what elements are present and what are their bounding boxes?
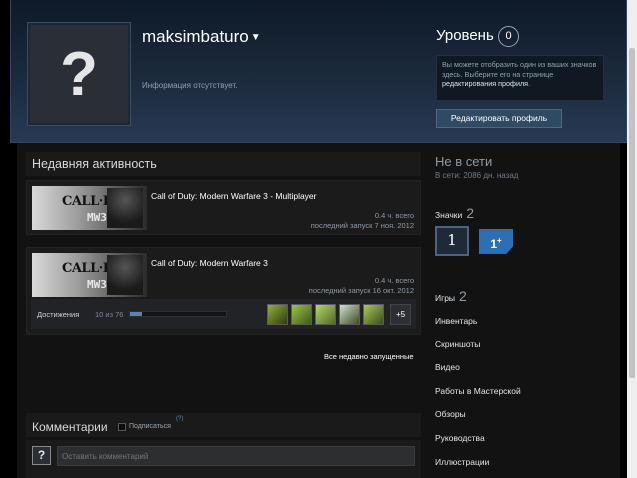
inventory-link[interactable]: Инвентарь (435, 316, 477, 326)
recent-activity-header: Недавняя активность (26, 152, 421, 176)
online-status: Не в сети (435, 154, 493, 169)
comments-title: Комментарии (32, 420, 108, 434)
avatar-placeholder-icon: ? (30, 25, 128, 123)
scrollbar-thumb[interactable] (629, 48, 635, 378)
last-online: В сети: 2086 дн. назад (435, 171, 519, 180)
recent-activity-title: Недавняя активность (26, 152, 421, 176)
achievements-progress (129, 311, 227, 317)
edit-profile-button[interactable]: Редактировать профиль (436, 109, 562, 128)
comment-avatar: ? (32, 446, 51, 465)
username-dropdown[interactable]: maksimbaturo ▼ (142, 27, 261, 47)
achievement-map-icon[interactable] (291, 304, 312, 325)
game-title[interactable]: Call of Duty: Modern Warfare 3 (151, 258, 268, 268)
comments-header: Комментарии Подписаться (?) (26, 413, 421, 437)
profile-summary: Информация отсутствует. (142, 81, 238, 90)
achievement-weapon-icon[interactable] (315, 304, 336, 325)
badges-link[interactable]: Значки 2 (435, 205, 474, 221)
profile-header: ? maksimbaturo ▼ Информация отсутствует. … (10, 0, 627, 143)
achievement-piano-icon[interactable] (339, 304, 360, 325)
games-count: 2 (459, 288, 467, 304)
achievements-progress-fill (130, 312, 143, 316)
badges-count: 2 (466, 205, 475, 221)
subscribe-checkbox[interactable] (118, 423, 126, 431)
game-title[interactable]: Call of Duty: Modern Warfare 3 - Multipl… (151, 191, 317, 201)
subscribe-label[interactable]: Подписаться (129, 423, 171, 430)
caret-down-icon: ▼ (250, 32, 261, 44)
game-capsule[interactable]: CALL·DUTY MW3 (32, 186, 147, 230)
soldier-art (107, 255, 143, 295)
achievements-more-button[interactable]: +5 (390, 304, 411, 325)
badge-years-icon[interactable]: 1+ (479, 229, 513, 254)
soldier-art (107, 188, 143, 228)
game-row[interactable]: CALL·DUTY MW3 Call of Duty: Modern Warfa… (26, 180, 421, 235)
reviews-link[interactable]: Обзоры (435, 409, 466, 419)
achievements-bar[interactable]: Достижения 10 из 76 +5 (31, 299, 416, 329)
achievement-gear-icon[interactable] (363, 304, 384, 325)
comment-input[interactable] (57, 446, 415, 466)
guides-link[interactable]: Руководства (435, 433, 485, 443)
game-last-played: последний запуск 16 окт. 2012 (308, 286, 414, 295)
game-hours: 0.4 ч. всего (374, 276, 414, 285)
game-capsule[interactable]: CALL·DUTY MW3 (32, 253, 147, 297)
game-row[interactable]: CALL·DUTY MW3 Call of Duty: Modern Warfa… (26, 247, 421, 335)
badge-note: Вы можете отобразить один из ваших значк… (436, 55, 604, 101)
game-last-played: последний запуск 7 ноя. 2012 (310, 221, 414, 230)
achievement-rifle-icon[interactable] (267, 304, 288, 325)
artwork-link[interactable]: Иллюстрации (435, 457, 489, 467)
all-recent-games-link[interactable]: Все недавно запущенные (324, 352, 414, 361)
username: maksimbaturo (142, 27, 249, 46)
videos-link[interactable]: Видео (435, 362, 460, 372)
workshop-link[interactable]: Работы в Мастерской (435, 386, 521, 396)
game-hours: 0.4 ч. всего (374, 211, 414, 220)
badge-level-1-icon[interactable]: 1 (435, 226, 469, 256)
comment-form: ? (26, 440, 421, 478)
screenshots-link[interactable]: Скриншоты (435, 339, 480, 349)
edit-profile-link[interactable]: редактирования профиля (442, 79, 528, 88)
games-link[interactable]: Игры 2 (435, 288, 467, 304)
achievements-count: 10 из 76 (95, 310, 124, 319)
level-value: 0 (498, 26, 519, 47)
subscribe-help-link[interactable]: (?) (176, 416, 183, 422)
avatar[interactable]: ? (27, 22, 131, 126)
achievements-label: Достижения (37, 310, 80, 319)
level-label: Уровень (436, 27, 494, 44)
